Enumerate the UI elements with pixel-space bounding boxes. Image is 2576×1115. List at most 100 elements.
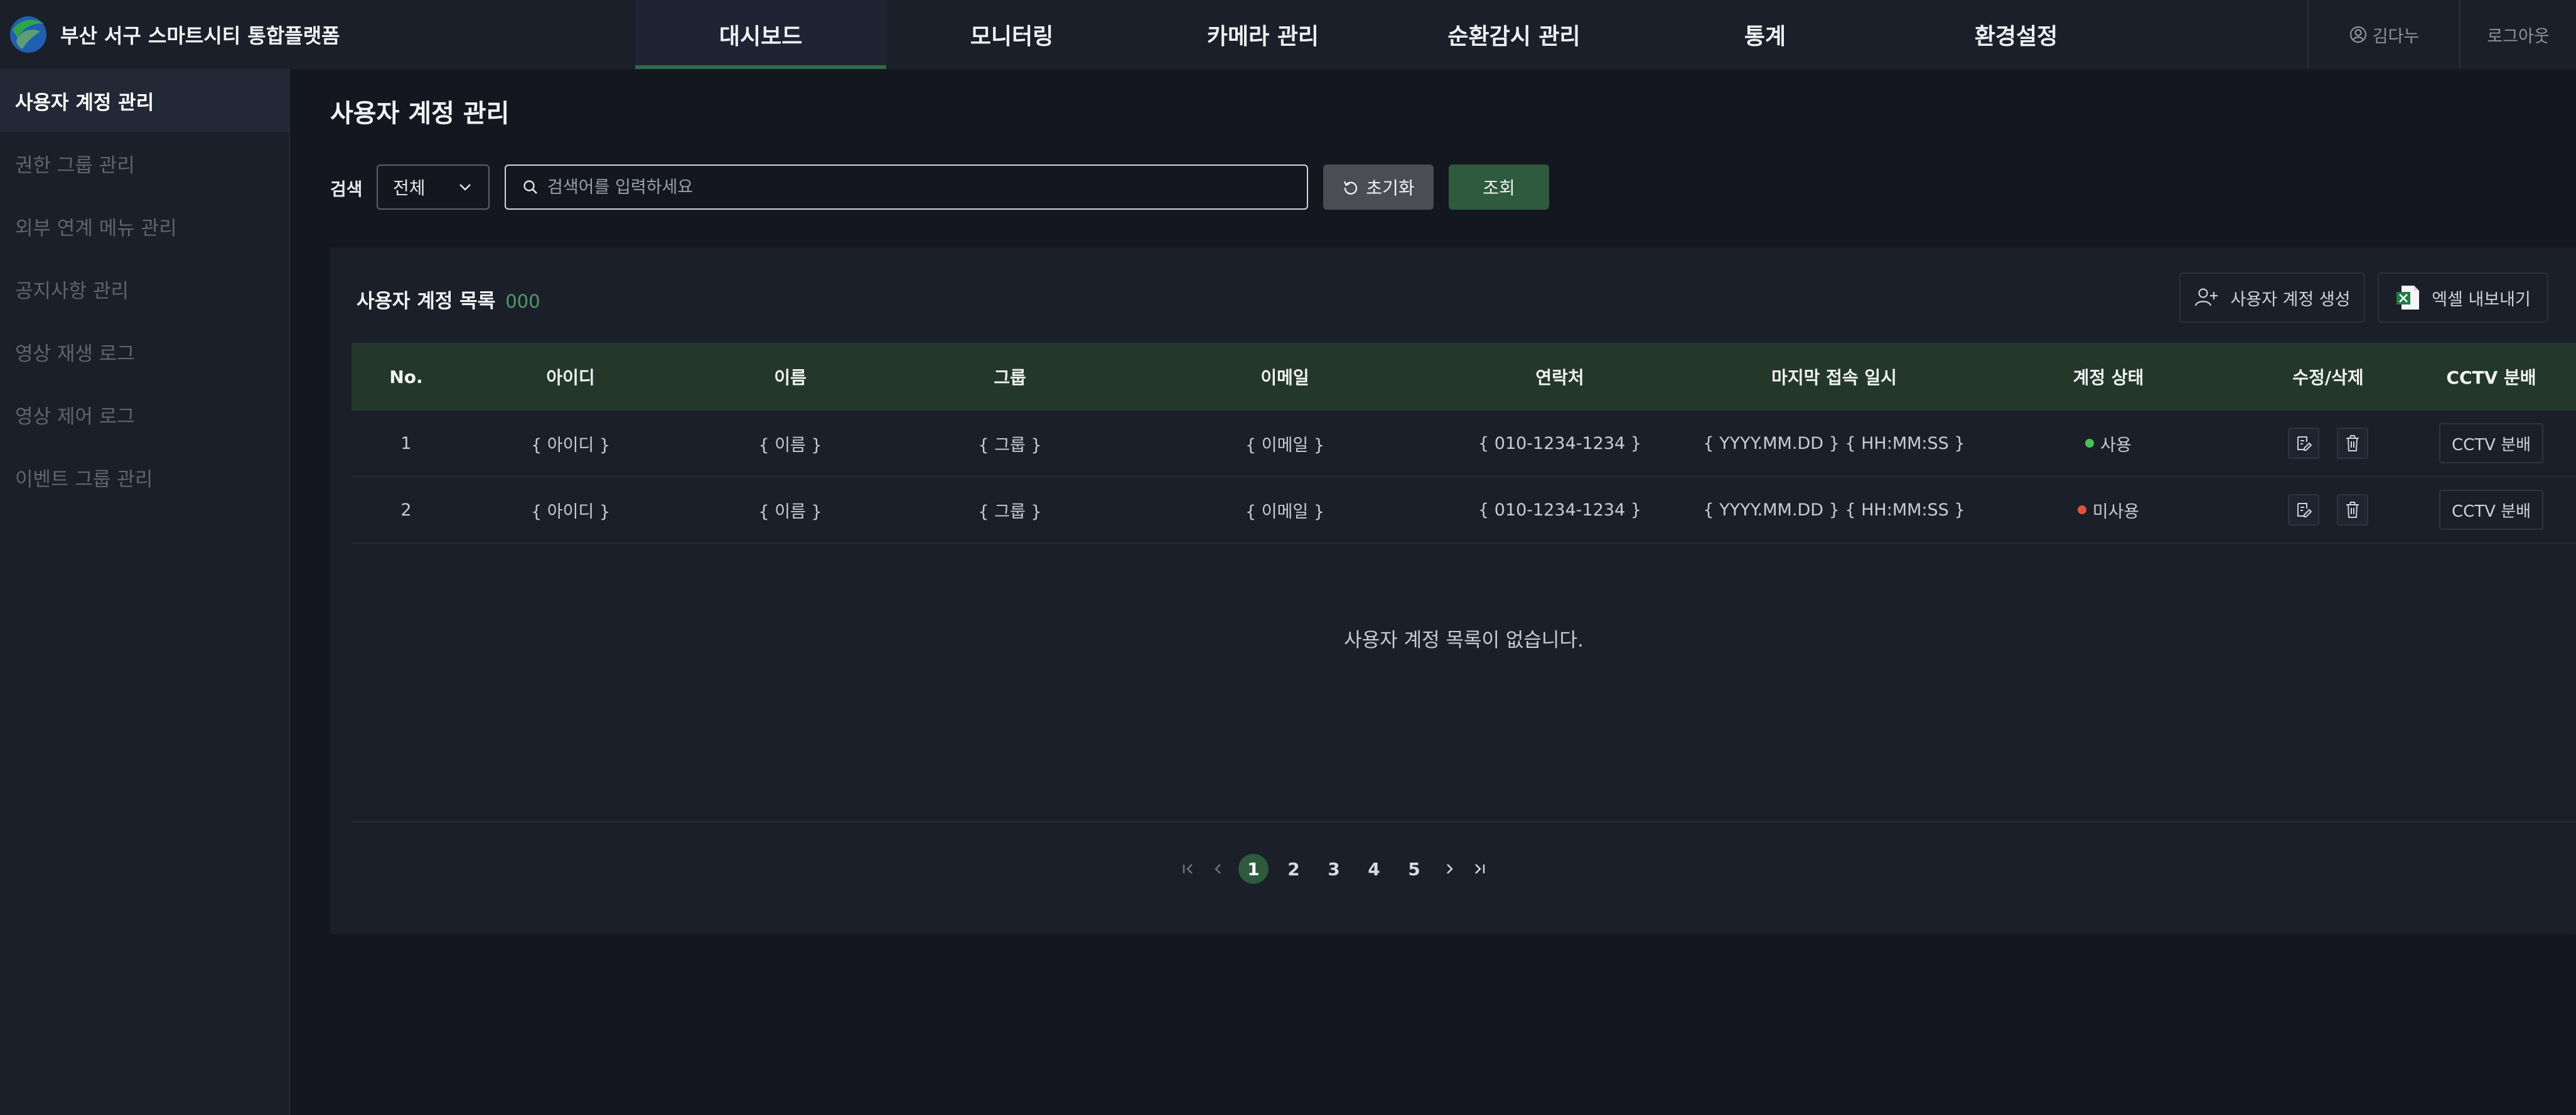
cell-id: { 아이디 } [530,502,611,522]
logo-icon [10,16,46,53]
first-page-button[interactable] [1173,854,1203,884]
reset-label: 초기화 [1366,178,1415,198]
last-page-icon [1475,864,1485,874]
column-header-cctv: CCTV 분배 [2446,367,2536,388]
status-label: 미사용 [2092,502,2140,522]
nav-monitoring[interactable]: 모니터링 [886,0,1137,69]
create-user-button[interactable]: 사용자 계정 생성 [2179,272,2365,323]
nav-statistics[interactable]: 통계 [1640,0,1891,69]
cell-id: { 아이디 } [530,435,611,455]
search-box [505,164,1308,210]
excel-icon [2396,286,2420,310]
sidebar-item-external-menus[interactable]: 외부 연계 메뉴 관리 [0,195,289,257]
first-page-icon [1183,864,1193,874]
cell-email: { 이메일 } [1245,435,1325,455]
column-header-id[interactable]: 아이디 [461,343,680,411]
reset-button[interactable]: 초기화 [1323,164,1434,210]
main-nav: 대시보드 모니터링 카메라 관리 순환감시 관리 통계 환경설정 [635,0,2142,69]
select-value: 전체 [393,178,426,198]
sidebar-item-permission-groups[interactable]: 권한 그룹 관리 [0,132,289,195]
cell-phone: { 010-1234-1234 } [1478,500,1641,520]
cell-cctv: CCTV 분배 [2438,411,2545,476]
last-page-button[interactable] [1464,854,1495,884]
sidebar-item-event-groups[interactable]: 이벤트 그룹 관리 [0,446,289,509]
sidebar: 사용자 계정 관리 권한 그룹 관리 외부 연계 메뉴 관리 공지사항 관리 영… [0,69,290,1115]
search-label: 검색 [330,179,363,200]
column-header-phone[interactable]: 연락처 [1450,343,1670,411]
page-4[interactable]: 4 [1359,854,1389,884]
delete-button[interactable] [2337,494,2368,525]
search-input[interactable] [547,177,1307,197]
logout-button[interactable]: 로그아웃 [2459,0,2576,69]
trash-icon [2346,435,2359,451]
list-count: 000 [505,291,540,312]
next-page-button[interactable] [1434,854,1464,884]
cell-name: { 이름 } [758,435,822,455]
nav-dashboard[interactable]: 대시보드 [635,0,886,69]
page-5[interactable]: 5 [1399,854,1429,884]
page-2[interactable]: 2 [1279,854,1309,884]
status-inactive-dot [2077,505,2086,514]
pagination: 1 2 3 4 5 [330,854,2576,884]
search-button[interactable]: 조회 [1449,164,1549,210]
cell-group: { 그룹 } [978,502,1042,522]
search-icon [523,180,537,194]
page-title: 사용자 계정 관리 [330,99,510,128]
delete-button[interactable] [2337,428,2368,459]
chevron-down-icon [459,184,471,191]
edit-icon [2297,436,2312,451]
divider [352,821,2576,822]
user-icon [2349,26,2366,43]
sidebar-item-playback-log[interactable]: 영상 재생 로그 [0,320,289,383]
brand[interactable]: 부산 서구 스마트시티 통합플랫폼 [9,0,340,69]
cell-group: { 그룹 } [978,435,1042,455]
top-right-controls: 김다누 로그아웃 [2307,0,2576,69]
column-header-email[interactable]: 이메일 [1120,343,1450,411]
column-header-group[interactable]: 그룹 [900,343,1120,411]
page-3[interactable]: 3 [1319,854,1349,884]
chevron-right-icon [1447,864,1453,874]
page-1[interactable]: 1 [1238,854,1269,884]
table-row[interactable]: 1 { 아이디 } { 이름 } { 그룹 } { 이메일 } { 010-12… [352,411,2576,477]
sidebar-item-control-log[interactable]: 영상 제어 로그 [0,383,289,446]
edit-button[interactable] [2288,428,2319,459]
cell-status: 미사용 [1999,477,2218,542]
brand-name: 부산 서구 스마트시티 통합플랫폼 [60,24,340,48]
table-header: No. 아이디 이름 그룹 이메일 연락처 마지막 접속 일시 계정 상태 수정… [352,343,2576,411]
cell-no: 2 [400,500,412,520]
column-header-status[interactable]: 계정 상태 [1999,343,2218,411]
nav-settings[interactable]: 환경설정 [1891,0,2142,69]
column-header-last-login[interactable]: 마지막 접속 일시 [1670,343,1999,411]
column-header-edit-delete: 수정/삭제 [2292,367,2364,388]
column-header-name[interactable]: 이름 [680,343,900,411]
list-title: 사용자 계정 목록 000 [357,285,540,313]
cell-last-login: { YYYY.MM.DD } { HH:MM:SS } [1703,500,1965,520]
user-menu[interactable]: 김다누 [2307,0,2459,69]
list-title-text: 사용자 계정 목록 [357,290,496,313]
cell-actions [2218,411,2438,476]
excel-export-button[interactable]: 엑셀 내보내기 [2378,272,2548,323]
status-active-dot [2085,439,2095,448]
add-user-icon [2195,288,2218,306]
cell-email: { 이메일 } [1245,502,1325,522]
cell-actions [2218,477,2438,542]
cctv-assign-button[interactable]: CCTV 분배 [2439,423,2543,463]
status-label: 사용 [2100,435,2132,455]
prev-page-button[interactable] [1203,854,1233,884]
edit-icon [2297,503,2312,517]
sidebar-item-notices[interactable]: 공지사항 관리 [0,257,289,320]
edit-button[interactable] [2288,494,2319,525]
cell-name: { 이름 } [758,502,822,522]
nav-patrol-management[interactable]: 순환감시 관리 [1388,0,1640,69]
cell-no: 1 [400,433,412,453]
nav-camera-management[interactable]: 카메라 관리 [1137,0,1388,69]
cell-cctv: CCTV 분배 [2438,477,2545,542]
column-header-no[interactable]: No. [352,343,461,411]
table-row[interactable]: 2 { 아이디 } { 이름 } { 그룹 } { 이메일 } { 010-12… [352,477,2576,544]
sidebar-item-user-accounts[interactable]: 사용자 계정 관리 [0,69,289,132]
excel-export-label: 엑셀 내보내기 [2432,289,2531,310]
search-type-select[interactable]: 전체 [377,164,490,210]
cell-last-login: { YYYY.MM.DD } { HH:MM:SS } [1703,433,1965,453]
cctv-assign-button[interactable]: CCTV 분배 [2439,490,2543,530]
trash-icon [2346,502,2359,518]
